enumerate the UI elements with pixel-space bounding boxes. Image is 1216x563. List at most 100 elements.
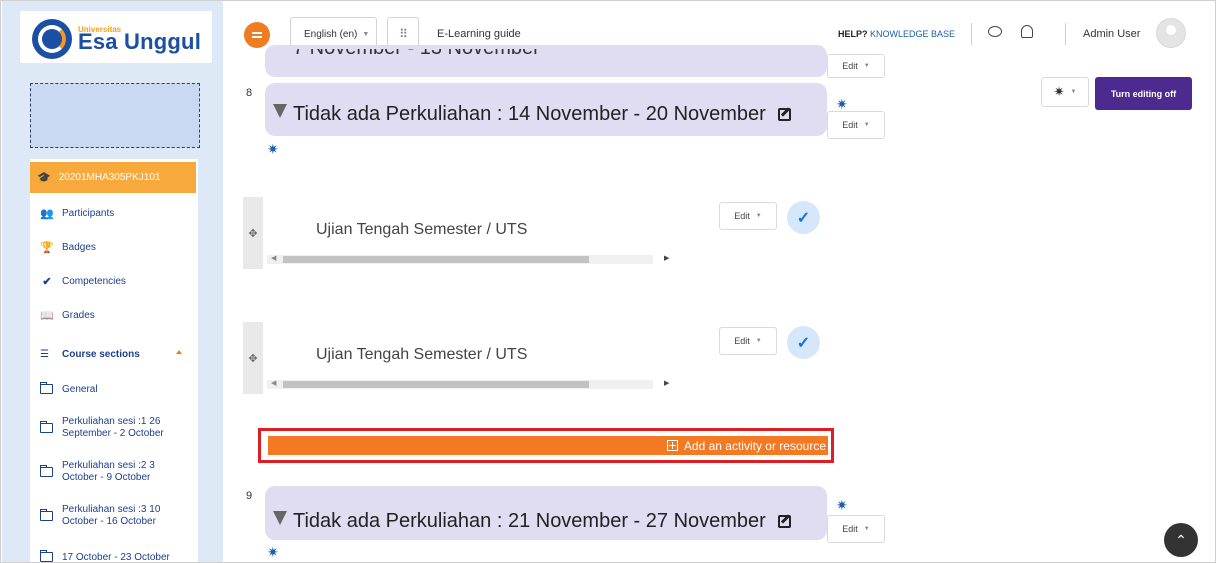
sidebar-item-grades[interactable]: 📖 Grades <box>30 305 196 325</box>
section-8-edit-button[interactable]: Edit ▼ <box>827 111 885 139</box>
divider <box>971 23 972 45</box>
gear-icon[interactable]: ✷ <box>267 544 279 561</box>
check-icon: ✔ <box>42 275 52 288</box>
section-label-line2: October - 9 October <box>62 472 151 483</box>
hamburger-icon <box>252 32 262 34</box>
horizontal-scrollbar[interactable]: ◀ ▶ <box>267 379 669 389</box>
language-label: English (en) <box>304 28 358 40</box>
trophy-icon: 🏆 <box>40 241 54 254</box>
add-activity-label: Add an activity or resource <box>683 438 826 453</box>
gear-icon: ✷ <box>1053 84 1065 99</box>
user-menu-name[interactable]: Admin User <box>1083 28 1140 40</box>
page-frame: Universitas Esa Unggul 🎓 20201MHA305PKJ1… <box>0 0 1216 563</box>
sidebar-item-label: Participants <box>62 207 115 219</box>
knowledge-base-label: KNOWLEDGE BASE <box>870 29 956 39</box>
sidebar-item-session-3[interactable]: Perkuliahan sesi :3 10 October - 16 Octo… <box>30 499 196 533</box>
elearning-guide-link[interactable]: E-Learning guide <box>437 28 521 40</box>
activity-title[interactable]: Ujian Tengah Semester / UTS <box>316 221 527 239</box>
section-9-title-text: Tidak ada Perkuliahan : 21 November - 27… <box>293 510 766 532</box>
section-label-wrap: Perkuliahan sesi :3 10 October - 16 Octo… <box>62 504 160 529</box>
completion-check-icon[interactable]: ✓ <box>787 201 820 234</box>
sidebar-item-oct-17[interactable]: 17 October - 23 October <box>30 547 196 562</box>
chevron-down-icon: ▼ <box>863 526 870 532</box>
course-settings-button[interactable]: ✷ ▼ <box>1041 77 1089 107</box>
scroll-left-icon[interactable]: ◀ <box>271 379 276 387</box>
move-icon[interactable]: ✥ <box>243 322 263 394</box>
chevron-down-icon: ▼ <box>362 30 370 38</box>
section-7-title-text: 7 November - 13 November <box>293 49 540 59</box>
book-icon: 📖 <box>40 309 54 322</box>
sidebar-item-general[interactable]: General <box>30 379 196 399</box>
section-number: 8 <box>246 87 253 99</box>
gear-icon[interactable]: ✷ <box>267 141 279 158</box>
sidebar-item-participants[interactable]: 👥 Participants <box>30 203 196 223</box>
course-sections-title: Course sections <box>62 348 140 360</box>
gear-icon[interactable]: ✷ <box>836 497 848 514</box>
section-label-line1: Perkuliahan sesi :3 10 <box>62 503 161 515</box>
back-to-top-button[interactable]: ⌃ <box>1164 523 1198 557</box>
horizontal-scrollbar[interactable]: ◀ ▶ <box>267 254 669 264</box>
section-9-edit-button[interactable]: Edit ▼ <box>827 515 885 543</box>
drawer-toggle-button[interactable] <box>244 22 270 48</box>
graduation-cap-icon: 🎓 <box>37 172 51 184</box>
chevron-down-icon: ▼ <box>755 338 762 344</box>
help-knowledge-base-link[interactable]: HELP? KNOWLEDGE BASE <box>838 29 955 39</box>
folder-icon <box>40 382 53 394</box>
scrollbar-thumb[interactable] <box>283 381 589 388</box>
sidebar-item-label: Competencies <box>62 275 126 287</box>
edit-pen-icon <box>777 108 791 121</box>
activity-item: ✥ Ujian Tengah Semester / UTS ◀ ▶ <box>243 197 669 269</box>
section-8-title[interactable]: Tidak ada Perkuliahan : 14 November - 20… <box>273 103 791 126</box>
caret-up-icon <box>176 350 182 354</box>
turn-editing-off-button[interactable]: Turn editing off <box>1095 77 1192 110</box>
edit-label: Edit <box>842 524 858 534</box>
activity-item: ✥ Ujian Tengah Semester / UTS ◀ ▶ <box>243 322 669 394</box>
chevron-down-icon: ▼ <box>1070 89 1077 95</box>
notifications-icon[interactable] <box>1021 25 1033 38</box>
scroll-right-icon[interactable]: ▶ <box>664 254 669 262</box>
plus-square-icon <box>666 440 678 451</box>
activity-edit-button[interactable]: Edit ▼ <box>719 327 777 355</box>
add-activity-button[interactable]: Add an activity or resource <box>268 436 828 455</box>
users-icon: 👥 <box>40 207 54 220</box>
logo-text: Esa Unggul <box>78 29 202 54</box>
sidebar: Universitas Esa Unggul 🎓 20201MHA305PKJ1… <box>2 1 223 562</box>
edit-label: Edit <box>842 120 858 130</box>
sidebar-item-course[interactable]: 🎓 20201MHA305PKJ101 <box>30 162 196 193</box>
completion-check-icon[interactable]: ✓ <box>787 326 820 359</box>
scrollbar-thumb[interactable] <box>283 256 589 263</box>
folder-icon <box>40 421 53 433</box>
activity-edit-button[interactable]: Edit ▼ <box>719 202 777 230</box>
activity-title[interactable]: Ujian Tengah Semester / UTS <box>316 346 527 364</box>
sidebar-item-label: Grades <box>62 309 95 321</box>
section-7-edit-button[interactable]: Edit ▼ <box>827 54 885 78</box>
avatar[interactable] <box>1156 18 1186 48</box>
edit-label: Edit <box>734 211 750 221</box>
section-label-line1: Perkuliahan sesi :1 26 <box>62 415 161 427</box>
edit-label: Edit <box>842 61 858 71</box>
sidebar-placeholder-block <box>30 83 200 148</box>
scroll-left-icon[interactable]: ◀ <box>271 254 276 262</box>
sidebar-item-session-2[interactable]: Perkuliahan sesi :2 3 October - 9 Octobe… <box>30 455 196 489</box>
add-activity-highlight: Add an activity or resource <box>258 428 834 463</box>
help-label: HELP? <box>838 29 868 39</box>
brand-logo[interactable]: Universitas Esa Unggul <box>20 11 212 63</box>
course-nav: 🎓 20201MHA305PKJ101 👥 Participants 🏆 Bad… <box>30 159 198 562</box>
section-label-line1: Perkuliahan sesi :2 3 <box>62 459 155 471</box>
section-label-line2: September - 2 October <box>62 428 164 439</box>
sidebar-item-session-1[interactable]: Perkuliahan sesi :1 26 September - 2 Oct… <box>30 411 196 445</box>
scroll-right-icon[interactable]: ▶ <box>664 379 669 387</box>
sidebar-item-competencies[interactable]: ✔ Competencies <box>30 271 196 291</box>
move-icon[interactable]: ✥ <box>243 197 263 269</box>
messages-icon[interactable] <box>988 26 1002 37</box>
section-9-title[interactable]: Tidak ada Perkuliahan : 21 November - 27… <box>273 510 791 533</box>
folder-icon <box>40 509 53 521</box>
section-label-wrap: Perkuliahan sesi :2 3 October - 9 Octobe… <box>62 460 155 485</box>
folder-icon <box>40 550 53 562</box>
course-sections-toggle[interactable]: ☰ Course sections <box>30 339 196 369</box>
sidebar-item-label: General <box>62 383 98 395</box>
edit-label: Edit <box>734 336 750 346</box>
sidebar-item-badges[interactable]: 🏆 Badges <box>30 237 196 257</box>
section-7-title: 7 November - 13 November <box>293 49 593 71</box>
edit-pen-icon <box>777 515 791 528</box>
